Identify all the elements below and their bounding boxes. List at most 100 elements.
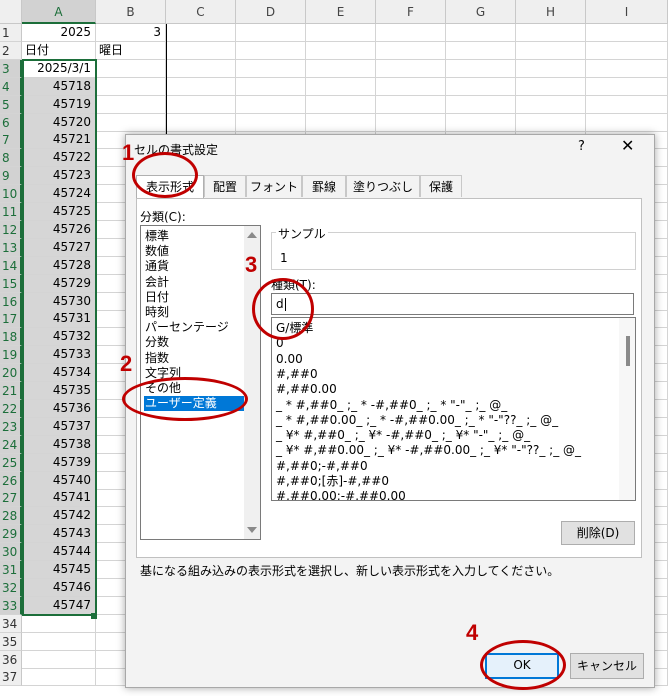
row-header[interactable]: 7 [0, 131, 22, 150]
cell-d5[interactable] [236, 95, 306, 114]
cell-c1[interactable] [166, 24, 236, 42]
cell-a6[interactable]: 45720 [22, 113, 96, 132]
cell-f3[interactable] [376, 59, 446, 78]
cell-a13[interactable]: 45727 [22, 238, 96, 257]
cell-a18[interactable]: 45732 [22, 328, 96, 347]
cell-i5[interactable] [586, 95, 668, 114]
cell-a22[interactable]: 45736 [22, 399, 96, 418]
cell-b6[interactable] [96, 113, 166, 132]
cell-a31[interactable]: 45745 [22, 561, 96, 579]
row-header[interactable]: 4 [0, 77, 22, 96]
row-header[interactable]: 22 [0, 399, 22, 418]
row-header[interactable]: 13 [0, 238, 22, 257]
cell-h5[interactable] [516, 95, 586, 114]
cell-a10[interactable]: 45724 [22, 185, 96, 204]
cell-a12[interactable]: 45726 [22, 220, 96, 239]
format-item[interactable]: _ * #,##0.00_ ;_ * -#,##0.00_ ;_ * "-"??… [276, 413, 562, 428]
category-item[interactable]: その他 [144, 381, 245, 396]
cell-i4[interactable] [586, 77, 668, 96]
category-item[interactable]: 数値 [144, 244, 245, 259]
tab-protection[interactable]: 保護 [420, 175, 462, 197]
row-header[interactable]: 3 [0, 59, 22, 78]
cell-a20[interactable]: 45734 [22, 364, 96, 383]
category-item[interactable]: パーセンテージ [144, 320, 245, 335]
cell-b5[interactable] [96, 95, 166, 114]
cell-c2[interactable] [166, 41, 236, 60]
cell-a32[interactable]: 45746 [22, 578, 96, 597]
row-header[interactable]: 20 [0, 364, 22, 383]
cell-a1[interactable]: 2025 [22, 24, 96, 42]
category-item[interactable]: 分数 [144, 335, 245, 350]
cell-a34[interactable] [22, 614, 96, 633]
cell-a17[interactable]: 45731 [22, 310, 96, 329]
cell-f6[interactable] [376, 113, 446, 132]
row-header[interactable]: 19 [0, 346, 22, 365]
format-item[interactable]: 0 [276, 336, 284, 351]
row-header[interactable]: 11 [0, 203, 22, 221]
category-item[interactable]: 指数 [144, 351, 245, 366]
category-list[interactable]: 標準 数値 通貨 会計 日付 時刻 パーセンテージ 分数 指数 文字列 その他 ユーザー定義 [140, 225, 261, 540]
cell-c6[interactable] [166, 113, 236, 132]
row-header[interactable]: 17 [0, 310, 22, 329]
row-header[interactable]: 12 [0, 220, 22, 239]
row-header[interactable]: 14 [0, 256, 22, 275]
row-header[interactable]: 36 [0, 650, 22, 669]
cell-i2[interactable] [586, 41, 668, 60]
cell-a14[interactable]: 45728 [22, 256, 96, 275]
cell-d4[interactable] [236, 77, 306, 96]
category-item[interactable]: 時刻 [144, 305, 245, 320]
column-header-a[interactable]: A [22, 0, 96, 24]
cell-a5[interactable]: 45719 [22, 95, 96, 114]
cell-b1[interactable]: 3 [96, 24, 166, 42]
scroll-down-icon[interactable] [247, 527, 257, 533]
cell-a11[interactable]: 45725 [22, 203, 96, 221]
row-header[interactable]: 5 [0, 95, 22, 114]
cell-c5[interactable] [166, 95, 236, 114]
row-header[interactable]: 26 [0, 471, 22, 490]
format-item[interactable]: _ ¥* #,##0_ ;_ ¥* -#,##0_ ;_ ¥* "-"_ ;_ … [276, 428, 534, 443]
category-item[interactable]: 会計 [144, 275, 245, 290]
cell-h3[interactable] [516, 59, 586, 78]
format-item[interactable]: #,##0.00;-#,##0.00 [276, 489, 406, 500]
cell-i3[interactable] [586, 59, 668, 78]
cell-d3[interactable] [236, 59, 306, 78]
row-header[interactable]: 29 [0, 525, 22, 544]
cell-g2[interactable] [446, 41, 516, 60]
tab-alignment[interactable]: 配置 [204, 175, 246, 197]
format-item[interactable]: _ * #,##0_ ;_ * -#,##0_ ;_ * "-"_ ;_ @_ [276, 398, 511, 413]
cell-a23[interactable]: 45737 [22, 417, 96, 436]
ok-button[interactable]: OK [485, 653, 559, 679]
cell-c4[interactable] [166, 77, 236, 96]
type-input[interactable]: d [271, 293, 634, 315]
cell-a9[interactable]: 45723 [22, 167, 96, 186]
cell-a33[interactable]: 45747 [22, 596, 96, 615]
row-header[interactable]: 2 [0, 41, 22, 60]
cell-h6[interactable] [516, 113, 586, 132]
cell-a25[interactable]: 45739 [22, 453, 96, 472]
row-header[interactable]: 23 [0, 417, 22, 436]
cell-b4[interactable] [96, 77, 166, 96]
tab-fill[interactable]: 塗りつぶし [346, 175, 420, 197]
column-header-g[interactable]: G [446, 0, 516, 24]
cell-g1[interactable] [446, 24, 516, 42]
cell-d1[interactable] [236, 24, 306, 42]
cell-e4[interactable] [306, 77, 376, 96]
format-scrollbar[interactable] [619, 318, 635, 500]
row-header[interactable]: 31 [0, 561, 22, 579]
category-item[interactable]: 標準 [144, 229, 245, 244]
cell-e1[interactable] [306, 24, 376, 42]
row-header[interactable]: 30 [0, 543, 22, 562]
column-header-i[interactable]: I [586, 0, 668, 24]
row-header[interactable]: 8 [0, 149, 22, 168]
cell-f1[interactable] [376, 24, 446, 42]
tab-border[interactable]: 罫線 [302, 175, 346, 197]
column-header-e[interactable]: E [306, 0, 376, 24]
category-item[interactable]: 日付 [144, 290, 245, 305]
row-header[interactable]: 1 [0, 24, 22, 42]
scroll-up-icon[interactable] [247, 232, 257, 238]
cell-a36[interactable] [22, 650, 96, 669]
delete-button[interactable]: 削除(D) [561, 521, 635, 545]
row-header[interactable]: 6 [0, 113, 22, 132]
category-item[interactable]: 文字列 [144, 366, 245, 381]
cell-a27[interactable]: 45741 [22, 489, 96, 508]
